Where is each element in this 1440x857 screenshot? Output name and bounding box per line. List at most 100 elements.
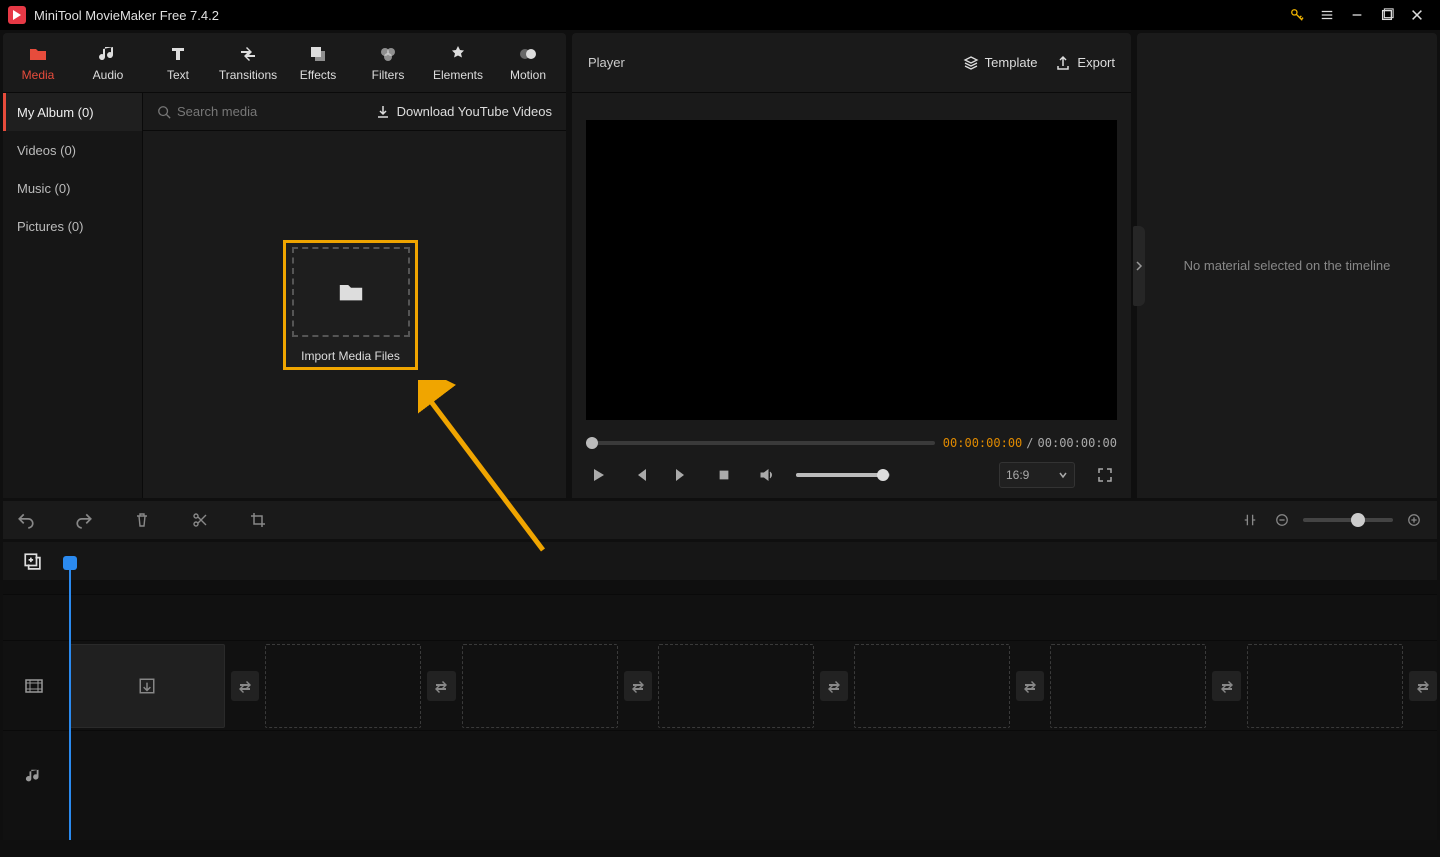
redo-button[interactable]	[73, 509, 95, 531]
play-button[interactable]	[586, 463, 610, 487]
audio-track-icon	[3, 731, 65, 821]
music-icon	[98, 44, 118, 64]
tab-elements[interactable]: Elements	[423, 33, 493, 93]
video-slot[interactable]	[1247, 644, 1403, 728]
template-label: Template	[985, 55, 1038, 70]
video-slot[interactable]	[658, 644, 814, 728]
crop-button[interactable]	[247, 509, 269, 531]
transitions-icon	[238, 44, 258, 64]
download-icon	[375, 104, 391, 120]
video-slot[interactable]	[462, 644, 618, 728]
media-panel: Media Audio Text Transitions Effects Fil…	[3, 33, 566, 498]
app-title: MiniTool MovieMaker Free 7.4.2	[34, 8, 1282, 23]
next-frame-button[interactable]	[670, 463, 694, 487]
search-input[interactable]	[177, 104, 353, 119]
tab-motion-label: Motion	[510, 68, 546, 82]
chevron-right-icon	[1135, 261, 1143, 271]
effects-icon	[308, 44, 328, 64]
text-icon	[168, 44, 188, 64]
close-button[interactable]	[1402, 4, 1432, 26]
transition-slot[interactable]	[820, 671, 848, 701]
maximize-button[interactable]	[1372, 4, 1402, 26]
stop-button[interactable]	[712, 463, 736, 487]
minimize-button[interactable]	[1342, 4, 1372, 26]
download-youtube-label: Download YouTube Videos	[397, 104, 552, 119]
tab-effects[interactable]: Effects	[283, 33, 353, 93]
video-slot[interactable]	[69, 644, 225, 728]
add-track-button[interactable]	[21, 550, 43, 572]
volume-button[interactable]	[754, 463, 778, 487]
folder-icon	[28, 44, 48, 64]
tab-filters[interactable]: Filters	[353, 33, 423, 93]
fullscreen-button[interactable]	[1093, 463, 1117, 487]
tab-motion[interactable]: Motion	[493, 33, 563, 93]
tab-text-label: Text	[167, 68, 189, 82]
titlebar: MiniTool MovieMaker Free 7.4.2	[0, 0, 1440, 30]
menu-icon[interactable]	[1312, 4, 1342, 26]
motion-icon	[518, 44, 538, 64]
zoom-slider[interactable]	[1303, 518, 1393, 522]
aspect-ratio-label: 16:9	[1006, 468, 1029, 482]
transition-slot[interactable]	[1016, 671, 1044, 701]
video-slot[interactable]	[265, 644, 421, 728]
layers-icon	[963, 55, 979, 71]
video-slot[interactable]	[854, 644, 1010, 728]
transition-slot[interactable]	[1409, 671, 1437, 701]
video-track	[3, 640, 1437, 730]
zoom-fit-button[interactable]	[1239, 509, 1261, 531]
player-timecode: 00:00:00:00/00:00:00:00	[943, 436, 1117, 450]
aspect-ratio-select[interactable]: 16:9	[999, 462, 1075, 488]
elements-icon	[448, 44, 468, 64]
delete-button[interactable]	[131, 509, 153, 531]
download-youtube-link[interactable]: Download YouTube Videos	[375, 104, 552, 120]
chevron-down-icon	[1058, 470, 1068, 480]
transition-slot[interactable]	[624, 671, 652, 701]
folder-icon	[337, 278, 365, 306]
timeline-ruler[interactable]	[3, 580, 1437, 594]
search-icon	[157, 105, 171, 119]
category-pictures[interactable]: Pictures (0)	[3, 207, 142, 245]
export-icon	[1055, 55, 1071, 71]
tab-media-label: Media	[22, 68, 55, 82]
category-videos[interactable]: Videos (0)	[3, 131, 142, 169]
filters-icon	[378, 44, 398, 64]
transition-slot[interactable]	[427, 671, 455, 701]
tab-transitions-label: Transitions	[219, 68, 277, 82]
transition-slot[interactable]	[231, 671, 259, 701]
category-my-album[interactable]: My Album (0)	[3, 93, 142, 131]
undo-button[interactable]	[15, 509, 37, 531]
main-tabs: Media Audio Text Transitions Effects Fil…	[3, 33, 566, 93]
video-track-icon	[3, 641, 65, 731]
category-music[interactable]: Music (0)	[3, 169, 142, 207]
tab-text[interactable]: Text	[143, 33, 213, 93]
timeline-toolbar	[3, 501, 1437, 539]
tab-audio-label: Audio	[93, 68, 124, 82]
import-media-label: Import Media Files	[301, 349, 400, 363]
search-field[interactable]	[157, 104, 365, 119]
properties-panel: No material selected on the timeline	[1137, 33, 1437, 498]
export-label: Export	[1077, 55, 1115, 70]
tab-transitions[interactable]: Transitions	[213, 33, 283, 93]
split-button[interactable]	[189, 509, 211, 531]
tab-elements-label: Elements	[433, 68, 483, 82]
tab-audio[interactable]: Audio	[73, 33, 143, 93]
video-slot[interactable]	[1050, 644, 1206, 728]
timeline-playhead[interactable]	[69, 564, 71, 840]
zoom-in-button[interactable]	[1403, 509, 1425, 531]
volume-slider[interactable]	[796, 473, 890, 477]
template-button[interactable]: Template	[963, 55, 1038, 71]
tab-filters-label: Filters	[372, 68, 405, 82]
tab-media[interactable]: Media	[3, 33, 73, 93]
zoom-out-button[interactable]	[1271, 509, 1293, 531]
export-button[interactable]: Export	[1055, 55, 1115, 71]
import-clip-icon	[138, 677, 156, 695]
import-media-button[interactable]: Import Media Files	[283, 240, 418, 370]
player-scrubber[interactable]	[586, 441, 935, 445]
upgrade-key-icon[interactable]	[1282, 4, 1312, 26]
panel-collapse-handle[interactable]	[1133, 226, 1145, 306]
app-logo-icon	[8, 6, 26, 24]
transition-slot[interactable]	[1212, 671, 1240, 701]
prev-frame-button[interactable]	[628, 463, 652, 487]
video-preview	[586, 120, 1117, 420]
properties-empty-message: No material selected on the timeline	[1184, 258, 1391, 273]
